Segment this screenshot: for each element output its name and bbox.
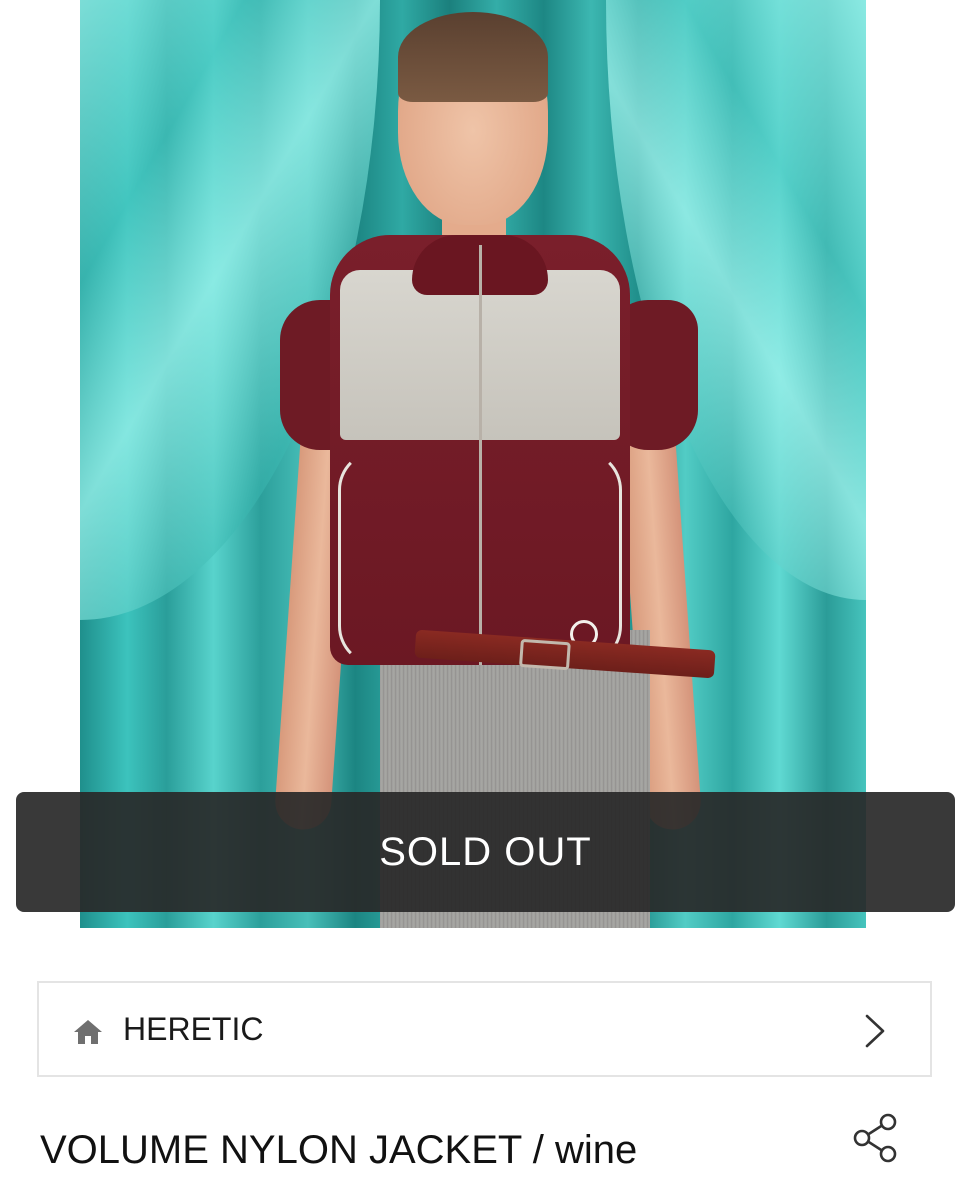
jacket-zipper bbox=[479, 245, 482, 665]
share-icon[interactable] bbox=[852, 1112, 900, 1164]
sold-out-banner: SOLD OUT bbox=[16, 792, 955, 912]
brand-link-row[interactable]: HERETIC bbox=[37, 981, 932, 1077]
model-figure bbox=[270, 10, 716, 928]
home-icon bbox=[74, 1020, 102, 1044]
product-image[interactable] bbox=[80, 0, 866, 928]
model-hair bbox=[398, 12, 548, 102]
brand-name: HERETIC bbox=[123, 1011, 264, 1047]
chevron-right-icon bbox=[865, 1014, 885, 1048]
jacket bbox=[330, 235, 630, 665]
product-title: VOLUME NYLON JACKET / wine bbox=[40, 1128, 638, 1172]
sold-out-label: SOLD OUT bbox=[379, 829, 592, 874]
belt-buckle bbox=[518, 638, 571, 671]
jacket-piping-left bbox=[338, 450, 384, 665]
